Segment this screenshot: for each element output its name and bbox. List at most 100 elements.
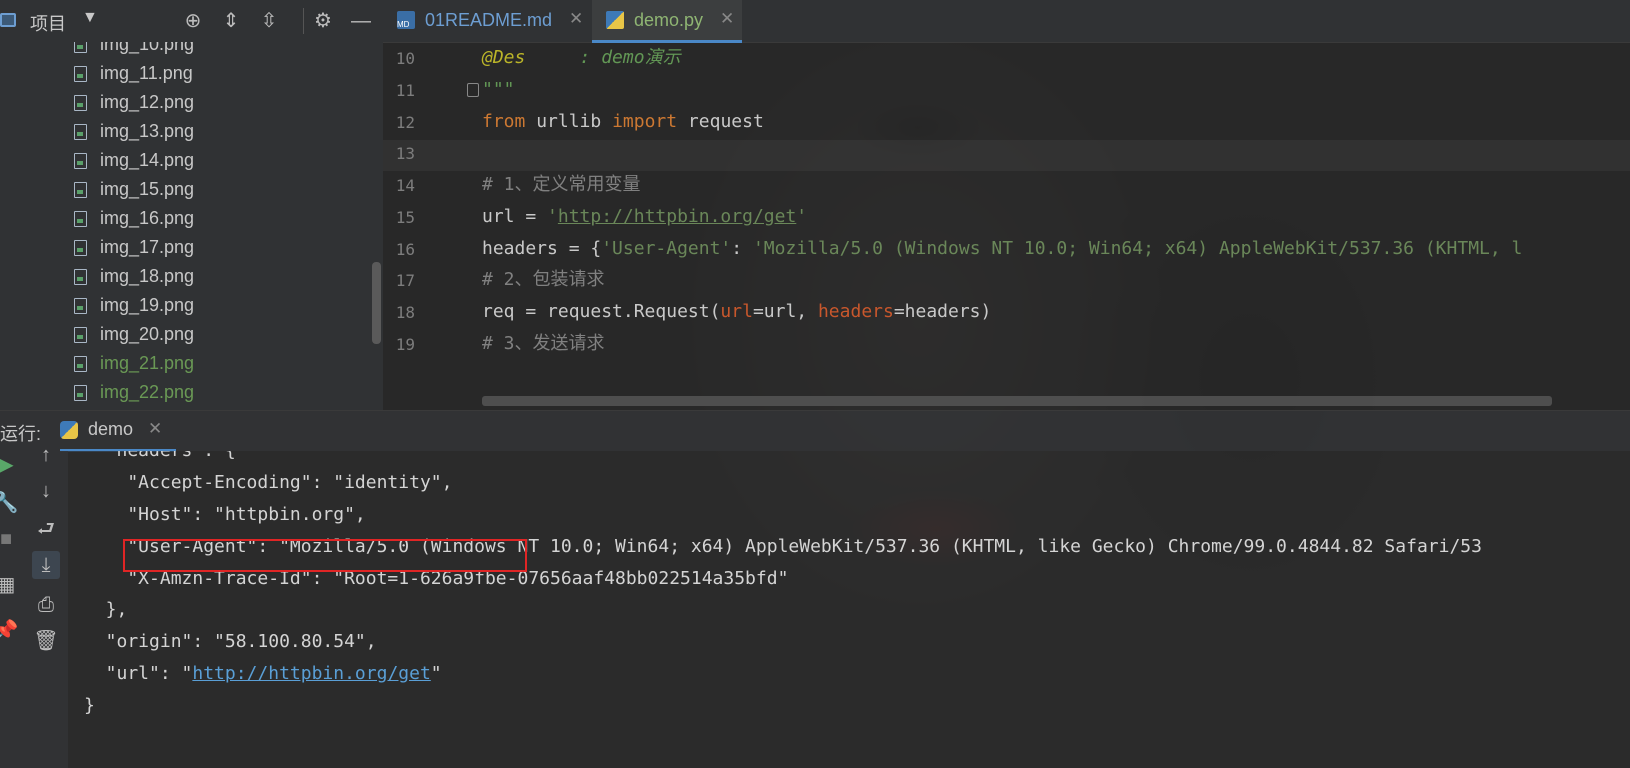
keyword: import [612,111,678,132]
scroll-up-icon[interactable]: ↑ [32,441,60,469]
image-file-icon [74,327,87,343]
image-file-icon [74,269,87,285]
param-name: url [720,301,753,322]
run-tab-demo[interactable]: demo ✕ [60,411,176,452]
project-title[interactable]: 项目 [30,10,66,36]
pin-icon[interactable]: 📌 [0,617,20,645]
run-tab-label: demo [88,419,134,439]
file-tree-item[interactable]: img_20.png [74,320,374,350]
console-closing-brace: } [84,695,95,716]
code-line-19: # 3、发送请求 [482,329,605,359]
minimize-icon[interactable]: — [348,8,374,34]
close-icon[interactable]: ✕ [148,419,162,439]
scroll-down-icon[interactable]: ↓ [32,477,60,505]
close-icon[interactable]: ✕ [720,9,734,29]
print-icon[interactable]: ⎙ [32,591,60,619]
keyword: from [482,111,526,132]
file-name: img_11.png [100,63,193,83]
console-url-link[interactable]: http://httpbin.org/get [192,663,430,684]
file-name: img_10.png [100,42,195,54]
file-name: img_22.png [100,382,195,402]
line-number: 11 [395,81,415,100]
console-line: "Accept-Encoding": "identity", [84,472,453,493]
run-console[interactable]: "headers": { "Accept-Encoding": "identit… [68,451,1630,768]
tab-label: 01README.md [425,10,553,30]
file-tree-item[interactable]: img_16.png [74,204,374,234]
code-editor[interactable]: 10 11 12 13 14 15 16 17 18 19 @Des : dem… [383,43,1630,410]
editor-tab-bar: 01README.md ✕ demo.py ✕ [383,0,1630,43]
file-name: img_13.png [100,121,195,141]
soft-wrap-icon[interactable]: ⮐ [32,515,60,543]
file-tree-item[interactable]: img_13.png [74,117,374,147]
file-name: img_14.png [100,150,195,170]
line-number: 10 [395,49,415,68]
line-number: 12 [395,113,415,132]
collapse-all-icon[interactable]: ⇳ [256,8,282,34]
file-tree-item[interactable]: img_19.png [74,291,374,321]
docstring-text: : demo演示 [525,47,681,68]
string-key: 'User-Agent' [601,238,732,259]
editor-horizontal-scrollbar[interactable] [482,396,1552,406]
code-text: req = request.Request( [482,301,721,322]
import-name: request [677,111,764,132]
console-line: "origin": "58.100.80.54", [84,631,377,652]
trash-icon[interactable]: 🗑 [32,627,60,655]
file-tree-item[interactable]: img_22.png [74,378,374,408]
gear-icon[interactable]: ⚙ [310,8,336,34]
line-number: 18 [395,303,415,322]
code-line-16: headers = {'User-Agent': 'Mozilla/5.0 (W… [482,234,1522,264]
file-tree-item[interactable]: img_21.png [74,349,374,379]
string-value: 'Mozilla/5.0 (Windows NT 10.0; Win64; x6… [752,238,1523,259]
line-number: 16 [395,240,415,259]
scroll-to-end-icon[interactable]: ⤓ [32,551,60,579]
rerun-icon[interactable]: ▶ [0,451,20,479]
project-window-icon [0,13,16,27]
file-tree-item[interactable]: img_12.png [74,88,374,118]
tab-readme[interactable]: 01README.md ✕ [383,0,591,40]
file-name: img_17.png [100,237,195,257]
close-icon[interactable]: ✕ [569,9,583,29]
fold-marker-icon[interactable] [467,83,479,97]
current-line-highlight [383,140,1630,171]
image-file-icon [74,385,87,401]
chevron-down-icon[interactable]: ▼ [82,9,98,27]
code-line-12: from urllib import request [482,107,764,137]
file-name: img_16.png [100,208,195,228]
param-name: headers [817,301,894,322]
expand-all-icon[interactable]: ⇕ [218,8,244,34]
file-tree-item[interactable]: img_15.png [74,175,374,205]
file-tree-item[interactable]: img_17.png [74,233,374,263]
line-number: 14 [395,176,415,195]
file-name: img_15.png [100,179,195,199]
stop-icon[interactable]: ■ [0,525,20,553]
python-file-icon [606,11,624,29]
image-file-icon [74,153,87,169]
code-text: : [731,238,753,259]
line-number: 13 [395,144,415,163]
code-line-18: req = request.Request(url=url, headers=h… [482,297,991,327]
sidebar-scrollbar[interactable] [372,262,381,344]
string-quote: ' [547,206,558,227]
project-sidebar-header: 项目 ▼ ⊕ ⇕ ⇳ ⚙ — [0,0,383,42]
file-tree-item[interactable]: img_10.png [74,42,374,60]
comment: # 2、包装请求 [482,269,605,290]
run-toolbar: ▶ 🔧 ■ ▦ 📌 ↑ ↓ ⮐ ⤓ ⎙ 🗑 [0,444,68,768]
image-file-icon [74,182,87,198]
layout-icon[interactable]: ▦ [0,571,20,599]
file-name: img_21.png [100,353,195,373]
tab-demo-py[interactable]: demo.py ✕ [592,0,742,43]
image-file-icon [74,356,87,372]
code-line-11: """ [482,75,515,105]
image-file-icon [74,95,87,111]
code-text: =headers) [893,301,992,322]
line-number: 17 [395,271,415,290]
console-line: "headers": { [84,451,236,467]
locate-target-icon[interactable]: ⊕ [180,8,206,34]
python-file-icon [60,421,78,439]
file-tree-item[interactable]: img_11.png [74,59,374,89]
file-tree-item[interactable]: img_18.png [74,262,374,292]
file-tree-item[interactable]: img_14.png [74,146,374,176]
code-url-link[interactable]: http://httpbin.org/get [558,206,796,227]
code-line-10: @Des : demo演示 [482,43,681,73]
wrench-icon[interactable]: 🔧 [0,489,20,517]
